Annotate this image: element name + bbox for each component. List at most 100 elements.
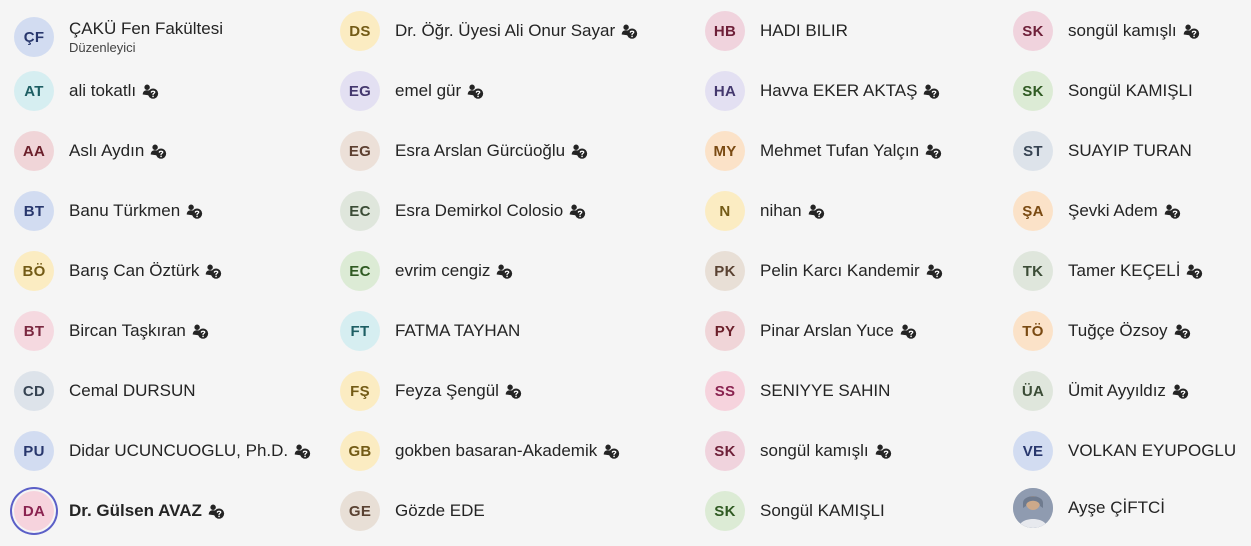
external-user-icon (467, 84, 484, 99)
participant-name: Banu Türkmen (69, 201, 181, 220)
participant-name: HADI BILIR (760, 21, 848, 40)
avatar: N (705, 191, 745, 231)
participant-item[interactable]: EG emel gür (340, 69, 484, 113)
participant-info: Bircan Taşkıran (69, 321, 209, 341)
participant-name: Şevki Adem (1068, 201, 1158, 220)
avatar: TÖ (1013, 311, 1053, 351)
participant-item[interactable]: VE VOLKAN EYUPOGLU (1013, 429, 1236, 473)
external-user-icon (621, 24, 638, 39)
external-user-icon (1174, 324, 1190, 339)
participant-item[interactable]: HA Havva EKER AKTAŞ (705, 69, 940, 113)
avatar-initials: SK (1022, 82, 1044, 100)
avatar: PU (14, 431, 54, 471)
avatar: SK (705, 431, 745, 471)
participant-item[interactable]: PK Pelin Karcı Kandemir (705, 249, 943, 293)
avatar: BT (14, 191, 54, 231)
avatar-initials: EC (349, 262, 371, 280)
participant-item[interactable]: FŞ Feyza Şengül (340, 369, 522, 413)
avatar: PY (705, 311, 745, 351)
avatar-initials: SK (714, 502, 736, 520)
avatar-initials: DA (22, 502, 46, 520)
participant-name: nihan (760, 201, 802, 220)
participant-item[interactable]: MY Mehmet Tufan Yalçın (705, 129, 942, 173)
participant-item[interactable]: ÇF ÇAKÜ Fen Fakültesi Düzenleyici (14, 15, 223, 59)
avatar: AA (14, 131, 54, 171)
participant-item[interactable]: AA Aslı Aydın (14, 129, 167, 173)
participant-name: Esra Demirkol Colosio (395, 201, 564, 220)
external-user-icon (1164, 204, 1180, 219)
participant-info: Gözde EDE (395, 501, 485, 521)
avatar: GE (340, 491, 380, 531)
participant-name-row: SUAYIP TURAN (1068, 141, 1192, 161)
participant-name: Dr. Gülsen AVAZ (69, 501, 202, 520)
participant-name-row: Dr. Öğr. Üyesi Ali Onur Sayar (395, 21, 638, 41)
participant-item[interactable]: EC evrim cengiz (340, 249, 513, 293)
participant-item[interactable]: SS SENIYYE SAHIN (705, 369, 890, 413)
participant-info: Feyza Şengül (395, 381, 522, 401)
avatar-initials: SK (1022, 22, 1044, 40)
avatar: EC (340, 251, 380, 291)
participant-item[interactable]: BT Bircan Taşkıran (14, 309, 209, 353)
participant-item[interactable]: EG Esra Arslan Gürcüoğlu (340, 129, 588, 173)
participant-item[interactable]: PY Pinar Arslan Yuce (705, 309, 917, 353)
participant-info: nihan (760, 201, 825, 221)
participant-item[interactable]: GB gokben basaran-Akademik (340, 429, 620, 473)
participant-item[interactable]: HB HADI BILIR (705, 9, 848, 53)
participant-item[interactable]: AT ali tokatlı (14, 69, 159, 113)
participant-item[interactable]: Nnihan (705, 189, 825, 233)
participant-item[interactable]: DA Dr. Gülsen AVAZ (14, 489, 225, 533)
participant-item[interactable]: ST SUAYIP TURAN (1013, 129, 1192, 173)
avatar: AT (14, 71, 54, 111)
participant-item[interactable]: SK songül kamışlı (1013, 9, 1200, 53)
avatar-initials: DS (349, 22, 371, 40)
participant-info: Songül KAMIŞLI (1068, 81, 1193, 101)
participant-item[interactable]: EC Esra Demirkol Colosio (340, 189, 586, 233)
participant-name-row: songül kamışlı (760, 441, 892, 461)
participant-name-row: FATMA TAYHAN (395, 321, 520, 341)
participant-info: Tuğçe Özsoy (1068, 321, 1191, 341)
participant-name-row: Didar UCUNCUOGLU, Ph.D. (69, 441, 311, 461)
participant-item[interactable]: TÖ Tuğçe Özsoy (1013, 309, 1191, 353)
participant-name: VOLKAN EYUPOGLU (1068, 441, 1237, 460)
participant-item[interactable]: GE Gözde EDE (340, 489, 485, 533)
participant-name-row: Bircan Taşkıran (69, 321, 209, 341)
participant-item[interactable]: TK Tamer KEÇELİ (1013, 249, 1203, 293)
participant-name-row: SENIYYE SAHIN (760, 381, 890, 401)
participant-info: evrim cengiz (395, 261, 513, 281)
avatar: DA (14, 491, 54, 531)
participant-name-row: HADI BILIR (760, 21, 848, 41)
avatar-initials: AT (24, 82, 44, 100)
participant-item[interactable]: SK Songül KAMIŞLI (1013, 69, 1193, 113)
participant-info: Ümit Ayyıldız (1068, 381, 1189, 401)
avatar-initials: FŞ (350, 382, 370, 400)
participant-item[interactable]: SK Songül KAMIŞLI (705, 489, 885, 533)
participant-info: gokben basaran-Akademik (395, 441, 620, 461)
avatar: SS (705, 371, 745, 411)
participant-item[interactable]: FT FATMA TAYHAN (340, 309, 520, 353)
participant-name: Ayşe ÇİFTCİ (1068, 498, 1165, 517)
avatar: BT (14, 311, 54, 351)
external-user-icon (1183, 24, 1199, 39)
participant-name-row: Ümit Ayyıldız (1068, 381, 1189, 401)
participant-item[interactable]: CD Cemal DURSUN (14, 369, 196, 413)
participant-item[interactable]: ÜA Ümit Ayyıldız (1013, 369, 1189, 413)
external-user-icon (142, 84, 159, 99)
participant-name-row: nihan (760, 201, 825, 221)
avatar-initials: SK (714, 442, 736, 460)
external-user-icon (875, 444, 891, 459)
external-user-icon (900, 324, 917, 339)
participant-item[interactable]: DS Dr. Öğr. Üyesi Ali Onur Sayar (340, 9, 638, 53)
participant-item[interactable]: BT Banu Türkmen (14, 189, 203, 233)
avatar: BÖ (14, 251, 54, 291)
participant-item[interactable]: ŞA Şevki Adem (1013, 189, 1181, 233)
participant-name: FATMA TAYHAN (395, 321, 521, 340)
participant-item[interactable]: SK songül kamışlı (705, 429, 892, 473)
external-user-icon (192, 324, 209, 339)
participant-info: emel gür (395, 81, 484, 101)
participant-name-row: emel gür (395, 81, 484, 101)
avatar-initials: EC (349, 202, 371, 220)
participant-name-row: Feyza Şengül (395, 381, 522, 401)
participant-item[interactable]: BÖ Barış Can Öztürk (14, 249, 222, 293)
participant-item[interactable]: Ayşe ÇİFTCİ (1013, 486, 1165, 530)
participant-item[interactable]: PU Didar UCUNCUOGLU, Ph.D. (14, 429, 311, 473)
